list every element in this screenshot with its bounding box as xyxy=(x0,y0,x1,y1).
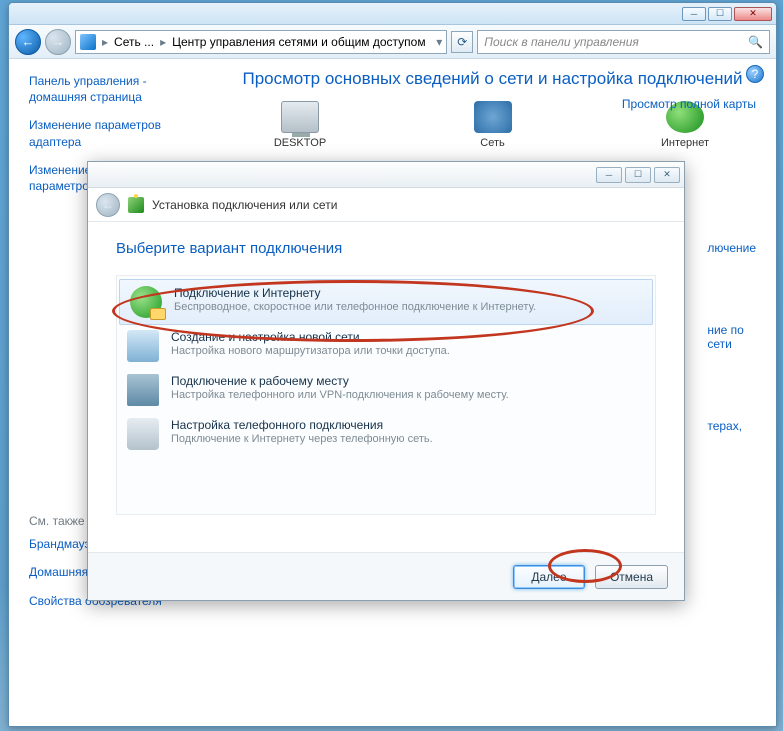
building-icon xyxy=(127,374,159,406)
close-button[interactable]: ✕ xyxy=(734,7,772,21)
option-title: Создание и настройка новой сети xyxy=(171,330,450,344)
forward-button[interactable]: → xyxy=(45,29,71,55)
option-title: Настройка телефонного подключения xyxy=(171,418,433,432)
search-input[interactable]: Поиск в панели управления 🔍 xyxy=(477,30,770,54)
chevron-right-icon: ▸ xyxy=(160,35,166,49)
connection-options-list: Подключение к Интернету Беспроводное, ск… xyxy=(116,275,656,515)
view-full-map-link[interactable]: Просмотр полной карты xyxy=(622,97,756,111)
refresh-button[interactable]: ⟳ xyxy=(451,31,473,53)
back-button[interactable]: ← xyxy=(15,29,41,55)
window-titlebar: ─ ☐ ✕ xyxy=(9,3,776,25)
dialog-heading: Выберите вариант подключения xyxy=(116,240,656,257)
network-icon xyxy=(474,101,512,133)
minimize-button[interactable]: ─ xyxy=(682,7,706,21)
option-dialup[interactable]: Настройка телефонного подключения Подклю… xyxy=(117,412,655,456)
link-by-net[interactable]: ние по сети xyxy=(707,323,756,351)
phone-icon xyxy=(127,418,159,450)
link-printers[interactable]: терах, xyxy=(707,419,756,433)
dialog-title: Установка подключения или сети xyxy=(152,198,337,212)
sidebar-item-home[interactable]: Панель управления - домашняя страница xyxy=(29,73,199,105)
breadcrumb-page[interactable]: Центр управления сетями и общим доступом xyxy=(172,35,426,49)
page-title: Просмотр основных сведений о сети и наст… xyxy=(227,69,758,89)
dialog-titlebar: ─ ☐ ✕ xyxy=(88,162,684,188)
option-new-network[interactable]: Создание и настройка новой сети Настройк… xyxy=(117,324,655,368)
node-network: Сеть xyxy=(448,101,538,149)
link-connection[interactable]: лючение xyxy=(707,241,756,255)
option-title: Подключение к рабочему месту xyxy=(171,374,509,388)
breadcrumb[interactable]: ▸ Сеть ... ▸ Центр управления сетями и о… xyxy=(75,30,447,54)
option-desc: Настройка нового маршрутизатора или точк… xyxy=(171,344,450,358)
address-bar: ← → ▸ Сеть ... ▸ Центр управления сетями… xyxy=(9,25,776,59)
dialog-footer: Далее Отмена xyxy=(88,552,684,600)
dialog-body: Выберите вариант подключения Подключение… xyxy=(88,222,684,552)
option-internet[interactable]: Подключение к Интернету Беспроводное, ск… xyxy=(119,279,653,325)
search-icon: 🔍 xyxy=(748,35,763,49)
router-icon xyxy=(127,330,159,362)
dialog-maximize-button[interactable]: ☐ xyxy=(625,167,651,183)
option-desc: Подключение к Интернету через телефонную… xyxy=(171,432,433,446)
wizard-icon xyxy=(128,197,144,213)
dialog-close-button[interactable]: ✕ xyxy=(654,167,680,183)
breadcrumb-root[interactable]: Сеть ... xyxy=(114,35,154,49)
dialog-back-button[interactable]: ← xyxy=(96,193,120,217)
node-desktop: DESKTOP xyxy=(255,101,345,149)
globe-icon xyxy=(130,286,162,318)
help-icon[interactable]: ? xyxy=(746,65,764,83)
maximize-button[interactable]: ☐ xyxy=(708,7,732,21)
dialog-header: ← Установка подключения или сети xyxy=(88,188,684,222)
sidebar-item-adapter[interactable]: Изменение параметров адаптера xyxy=(29,117,199,149)
option-desc: Беспроводное, скоростное или телефонное … xyxy=(174,300,536,314)
next-button[interactable]: Далее xyxy=(513,565,585,589)
dropdown-icon[interactable]: ▾ xyxy=(436,35,442,49)
network-icon xyxy=(80,34,96,50)
dialog-minimize-button[interactable]: ─ xyxy=(596,167,622,183)
right-action-links: лючение ние по сети терах, xyxy=(707,241,756,501)
option-desc: Настройка телефонного или VPN-подключени… xyxy=(171,388,509,402)
option-workplace[interactable]: Подключение к рабочему месту Настройка т… xyxy=(117,368,655,412)
search-placeholder: Поиск в панели управления xyxy=(484,35,639,49)
computer-icon xyxy=(281,101,319,133)
cancel-button[interactable]: Отмена xyxy=(595,565,668,589)
option-title: Подключение к Интернету xyxy=(174,286,536,300)
chevron-right-icon: ▸ xyxy=(102,35,108,49)
setup-connection-dialog: ─ ☐ ✕ ← Установка подключения или сети В… xyxy=(87,161,685,601)
